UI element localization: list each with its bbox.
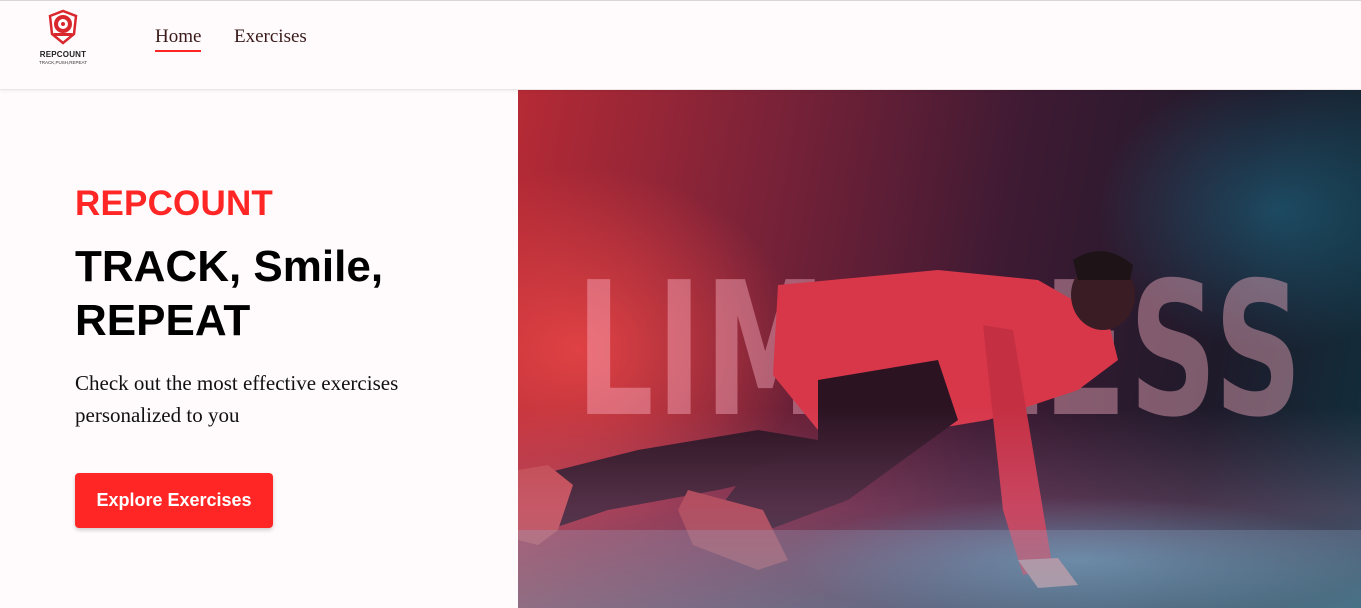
dumbbell-weight-plate-icon [48,9,78,45]
hero-banner-image: LIMITLESS [518,90,1361,608]
hero-headline: TRACK, Smile, REPEAT [75,242,384,345]
nav-home-link[interactable]: Home [155,26,202,52]
logo-name: REPCOUNT [39,50,87,59]
hero-subtext: Check out the most effective exercises p… [75,371,399,427]
logo-tagline: TRACK,PUSH,REPEAT [39,60,87,65]
hero-brand: REPCOUNT [75,184,273,223]
explore-exercises-button[interactable]: Explore Exercises [75,473,273,528]
nav-exercises-link[interactable]: Exercises [234,26,307,48]
hero-text-section: REPCOUNT TRACK, Smile, REPEAT Check out … [0,90,518,608]
fog-overlay [518,408,1361,608]
logo[interactable]: REPCOUNT TRACK,PUSH,REPEAT [32,8,94,68]
navbar: REPCOUNT TRACK,PUSH,REPEAT Home Exercise… [0,1,1361,90]
